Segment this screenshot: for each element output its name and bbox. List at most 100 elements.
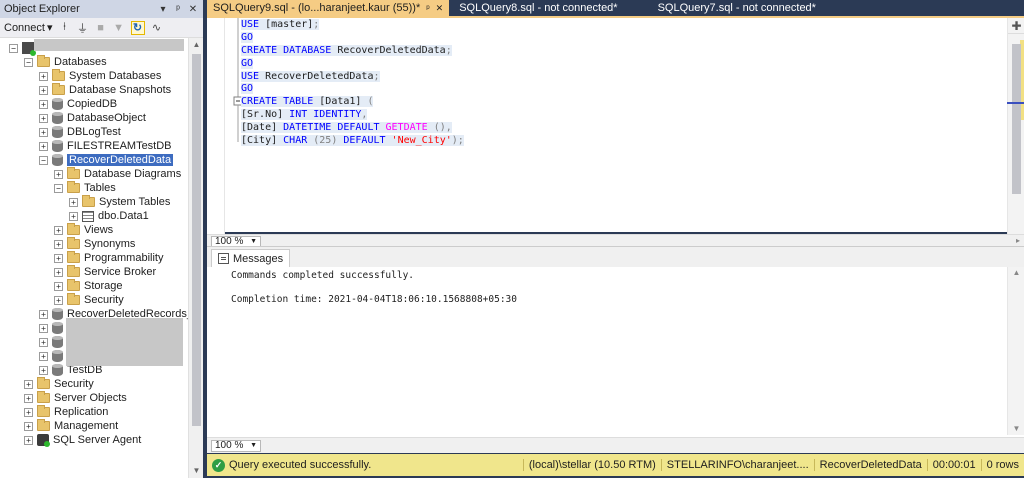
tree-node-management[interactable]: + Management: [24, 419, 118, 433]
tree-label: System Databases: [69, 70, 162, 82]
split-editor-icon[interactable]: ✚: [1008, 18, 1024, 34]
tab-messages[interactable]: Messages: [211, 249, 291, 267]
code-line[interactable]: USE [master];: [241, 19, 1001, 32]
tree-node-database[interactable]: + DBLogTest: [39, 125, 121, 139]
expand-icon[interactable]: +: [39, 323, 48, 333]
expand-icon[interactable]: +: [24, 421, 33, 431]
scrollbar-thumb[interactable]: [192, 54, 201, 426]
code-line[interactable]: GO: [241, 83, 1001, 96]
tree-node-sql-server-agent[interactable]: + SQL Server Agent: [24, 433, 141, 447]
expand-icon[interactable]: +: [39, 127, 48, 137]
tree-node-synonyms[interactable]: + Synonyms: [54, 237, 135, 251]
tree-node-tables[interactable]: − Tables: [54, 181, 116, 195]
code-line-highlight: USE [master];: [241, 19, 320, 30]
code-line[interactable]: USE RecoverDeletedData;: [241, 70, 1001, 84]
expand-icon[interactable]: +: [39, 351, 48, 361]
expand-icon[interactable]: +: [54, 225, 63, 235]
tree-node-service-broker[interactable]: + Service Broker: [54, 265, 156, 279]
close-icon[interactable]: ✕: [436, 3, 444, 14]
collapse-icon[interactable]: −: [24, 57, 33, 67]
tree-node-database[interactable]: + DatabaseObject: [39, 111, 146, 125]
scroll-right-icon[interactable]: ▸: [1016, 236, 1020, 245]
tab-sqlquery9[interactable]: SQLQuery9.sql - (lo...haranjeet.kaur (55…: [207, 0, 450, 16]
tree-node-database-snapshots[interactable]: + Database Snapshots: [39, 83, 171, 97]
expand-icon[interactable]: +: [39, 71, 48, 81]
tab-sqlquery8[interactable]: SQLQuery8.sql - not connected*: [453, 0, 623, 16]
tree-node-security[interactable]: + Security: [24, 377, 94, 391]
collapse-icon[interactable]: −: [9, 43, 18, 53]
stop-icon[interactable]: ■: [95, 22, 107, 34]
refresh-icon[interactable]: ↻: [130, 20, 145, 35]
close-icon[interactable]: ✕: [187, 4, 199, 15]
tree-node-programmability[interactable]: + Programmability: [54, 251, 163, 265]
scroll-up-icon[interactable]: ▲: [1008, 267, 1024, 279]
scroll-up-icon[interactable]: ▲: [189, 38, 204, 52]
pin-icon[interactable]: ᵖ: [172, 4, 184, 15]
disconnect-icon[interactable]: ⏚: [77, 20, 89, 36]
code-line[interactable]: CREATE DATABASE RecoverDeletedData;: [241, 44, 1001, 58]
expand-icon[interactable]: +: [39, 99, 48, 109]
plug-icon[interactable]: ⍿: [59, 21, 71, 34]
code-line[interactable]: [Sr.No] INT IDENTITY,: [241, 109, 1001, 122]
collapse-icon[interactable]: −: [54, 183, 63, 193]
tree-node-database[interactable]: +: [39, 321, 67, 335]
filter-icon[interactable]: ▼: [113, 22, 125, 34]
tree-node-database[interactable]: +: [39, 335, 67, 349]
window-position-dropdown-icon[interactable]: ▾: [157, 4, 169, 15]
expand-icon[interactable]: +: [54, 295, 63, 305]
folder-icon: [52, 83, 65, 95]
database-icon: [52, 126, 63, 138]
code-line[interactable]: [City] CHAR (25) DEFAULT 'New_City');: [241, 135, 1001, 148]
expand-icon[interactable]: +: [54, 253, 63, 263]
expand-icon[interactable]: +: [54, 281, 63, 291]
code-line[interactable]: CREATE TABLE [Data1] (: [241, 96, 1001, 109]
code-line[interactable]: [Date] DATETIME DEFAULT GETDATE (),: [241, 122, 1001, 135]
sql-code[interactable]: USE [master]; GO CREATE DATABASE RecoverDe…: [241, 18, 1001, 234]
activity-icon[interactable]: ∿: [151, 21, 163, 34]
tree-node-database-diagrams[interactable]: + Database Diagrams: [54, 167, 181, 181]
scrollbar-thumb[interactable]: [1012, 44, 1021, 194]
tree-node-views[interactable]: + Views: [54, 223, 113, 237]
scroll-down-icon[interactable]: ▼: [189, 464, 204, 478]
tree-node-database[interactable]: + FILESTREAMTestDB: [39, 139, 172, 153]
pin-icon[interactable]: ᵖ: [426, 3, 429, 13]
expand-icon[interactable]: +: [69, 197, 78, 207]
expand-icon[interactable]: +: [39, 365, 48, 375]
expand-icon[interactable]: +: [39, 141, 48, 151]
tree-node-replication[interactable]: + Replication: [24, 405, 108, 419]
tree-node-server-objects[interactable]: + Server Objects: [24, 391, 127, 405]
results-zoom-select[interactable]: 100 % ▼: [211, 439, 261, 452]
expand-icon[interactable]: +: [69, 211, 78, 221]
tab-sqlquery7[interactable]: SQLQuery7.sql - not connected*: [652, 0, 822, 16]
editor-vertical-scrollbar[interactable]: ✚: [1007, 18, 1024, 234]
object-explorer-scrollbar[interactable]: ▲ ▼: [188, 38, 203, 478]
expand-icon[interactable]: +: [24, 393, 33, 403]
expand-icon[interactable]: +: [39, 309, 48, 319]
expand-icon[interactable]: +: [24, 379, 33, 389]
tree-node-system-tables[interactable]: + System Tables: [69, 195, 170, 209]
code-line[interactable]: GO: [241, 57, 1001, 71]
collapse-icon[interactable]: −: [39, 155, 48, 165]
connect-button[interactable]: Connect ▾: [4, 21, 53, 35]
tree-node-databases[interactable]: − Databases: [24, 55, 107, 69]
expand-icon[interactable]: +: [24, 407, 33, 417]
expand-icon[interactable]: +: [39, 85, 48, 95]
editor-horizontal-scrollbar[interactable]: ▸: [269, 236, 1020, 247]
expand-icon[interactable]: +: [54, 239, 63, 249]
tree-node-storage[interactable]: + Storage: [54, 279, 123, 293]
folder-icon: [37, 405, 50, 417]
tree-node-system-databases[interactable]: + System Databases: [39, 69, 161, 83]
expand-icon[interactable]: +: [39, 113, 48, 123]
expand-icon[interactable]: +: [54, 169, 63, 179]
results-vertical-scrollbar[interactable]: ▲ ▼: [1007, 267, 1024, 435]
expand-icon[interactable]: +: [39, 337, 48, 347]
expand-icon[interactable]: +: [54, 267, 63, 277]
tree-node-database[interactable]: + CopiedDB: [39, 97, 117, 111]
tree-node-db-security[interactable]: + Security: [54, 293, 124, 307]
scroll-down-icon[interactable]: ▼: [1008, 423, 1024, 435]
tree-node-recoverdeleteddata[interactable]: − RecoverDeletedData: [39, 153, 174, 167]
query-editor[interactable]: USE [master]; GO CREATE DATABASE RecoverDe…: [207, 16, 1024, 248]
expand-icon[interactable]: +: [24, 435, 33, 445]
code-line[interactable]: GO: [241, 31, 1001, 45]
tree-node-table-data1[interactable]: + dbo.Data1: [69, 209, 149, 223]
